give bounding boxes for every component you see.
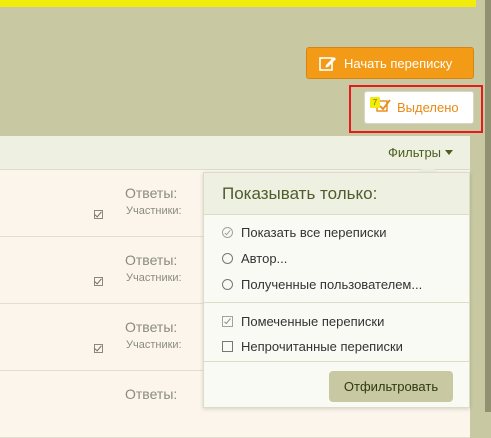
caret-down-icon: [445, 150, 454, 155]
row-select-checkbox[interactable]: [94, 277, 103, 286]
participants-label: Участники:: [126, 272, 182, 284]
compose-icon: [319, 55, 337, 71]
filter-option-all[interactable]: Показать все переписки: [222, 225, 386, 240]
start-conversation-button[interactable]: Начать переписку: [306, 47, 474, 79]
checkbox-icon[interactable]: [222, 341, 233, 352]
top-notice-strip: [0, 0, 476, 7]
filter-option-starred[interactable]: Помеченные переписки: [222, 314, 384, 329]
apply-filter-button[interactable]: Отфильтровать: [329, 371, 453, 402]
start-conversation-label: Начать переписку: [344, 55, 453, 71]
filter-option-unread[interactable]: Непрочитанные переписки: [222, 339, 403, 354]
filter-option-author[interactable]: Автор...: [222, 251, 287, 266]
filter-menu-divider: [204, 361, 469, 362]
radio-icon[interactable]: [222, 279, 233, 290]
page-scrollbar[interactable]: [485, 0, 491, 412]
selected-button[interactable]: Выделено: [364, 91, 474, 124]
participants-label: Участники:: [126, 339, 182, 351]
row-select-checkbox[interactable]: [94, 344, 103, 353]
replies-label: Ответы:: [125, 319, 178, 335]
radio-checked-icon[interactable]: [222, 227, 233, 238]
filter-option-label: Помеченные переписки: [241, 314, 385, 329]
replies-label: Ответы:: [125, 185, 178, 201]
participants-label: Участники:: [126, 205, 182, 217]
radio-icon[interactable]: [222, 253, 233, 264]
filter-option-label: Показать все переписки: [241, 225, 387, 240]
selected-count-badge: 7: [370, 97, 380, 108]
filters-label: Фильтры: [388, 145, 442, 160]
filter-menu-title: Показывать только:: [204, 173, 469, 215]
filter-menu-pointer: [419, 163, 437, 172]
filter-option-received-by[interactable]: Полученные пользователем...: [222, 277, 422, 292]
filter-option-label: Полученные пользователем...: [241, 277, 423, 292]
selected-label: Выделено: [397, 100, 459, 115]
filters-menu-toggle[interactable]: Фильтры: [388, 145, 454, 160]
replies-label: Ответы:: [125, 252, 178, 268]
filter-option-label: Автор...: [241, 251, 288, 266]
filter-menu-divider: [204, 302, 469, 303]
row-select-checkbox[interactable]: [94, 210, 103, 219]
filter-option-label: Непрочитанные переписки: [241, 339, 403, 354]
replies-label: Ответы:: [125, 386, 178, 402]
filter-menu: Показывать только: Показать все переписк…: [203, 172, 470, 408]
checkbox-checked-icon[interactable]: [222, 316, 233, 327]
